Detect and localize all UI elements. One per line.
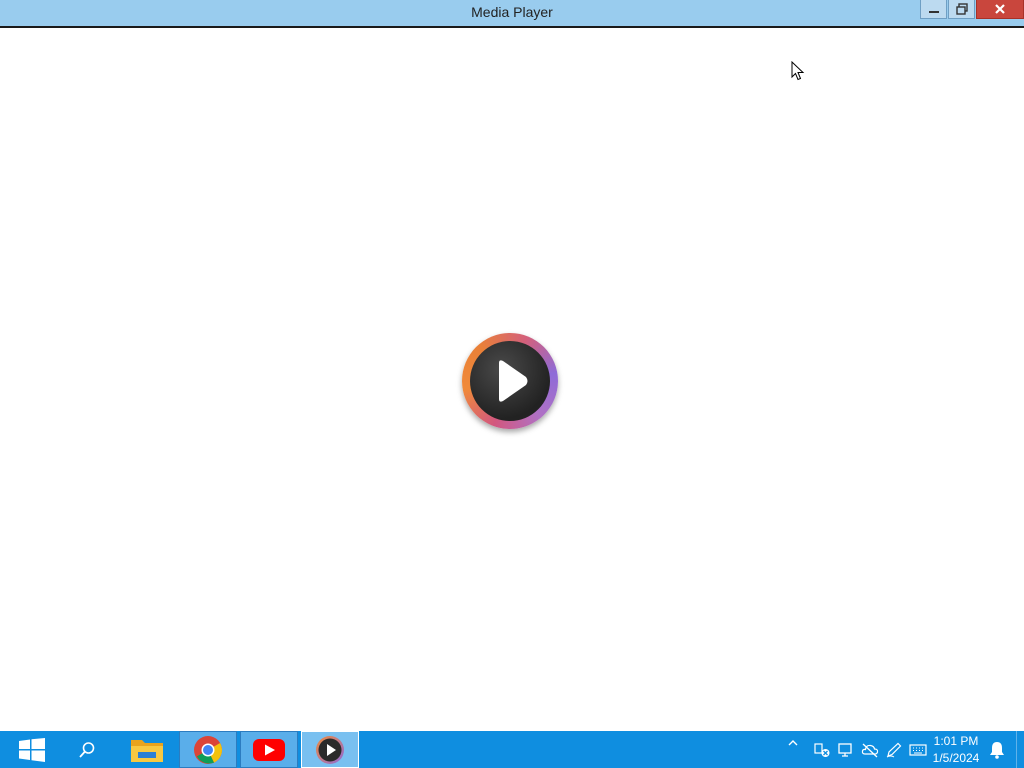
taskbar-clock[interactable]: 1:01 PM 1/5/2024 (928, 733, 984, 767)
taskbar-app-media-player[interactable] (301, 731, 359, 768)
search-button[interactable] (64, 731, 110, 768)
media-player-icon (316, 735, 344, 764)
pen-menu[interactable] (882, 742, 906, 758)
play-button-face (470, 341, 550, 421)
start-button[interactable] (0, 731, 64, 768)
system-tray (786, 731, 930, 768)
restore-button[interactable] (948, 0, 975, 19)
taskbar-app-file-explorer[interactable] (118, 731, 176, 768)
play-icon (499, 360, 528, 402)
minimize-icon (928, 11, 939, 13)
cloud-off-icon (861, 743, 879, 757)
mouse-cursor-icon (791, 61, 805, 81)
player-content-area[interactable] (0, 28, 1024, 731)
youtube-icon (253, 738, 285, 761)
display-icon (838, 742, 852, 757)
close-button[interactable] (976, 0, 1024, 19)
show-hidden-icons-button[interactable] (786, 739, 800, 746)
clock-date: 1/5/2024 (932, 751, 980, 765)
network-error-icon (814, 742, 830, 757)
pen-icon (886, 742, 902, 757)
show-desktop-button[interactable] (1016, 731, 1024, 768)
close-icon (995, 4, 1005, 14)
search-icon (79, 741, 95, 758)
chevron-up-icon (788, 739, 798, 745)
cloud-status[interactable] (858, 742, 882, 758)
network-status[interactable] (810, 742, 834, 758)
notification-icon (990, 741, 1004, 759)
folder-icon (131, 739, 163, 762)
play-button[interactable] (462, 333, 558, 429)
media-player-window: Media Player (0, 0, 1024, 731)
display-status[interactable] (834, 742, 858, 758)
taskbar: 1:01 PM 1/5/2024 (0, 731, 1024, 768)
notification-center-button[interactable] (986, 731, 1008, 768)
windows-logo-icon (19, 737, 45, 762)
chrome-icon (194, 735, 222, 764)
minimize-button[interactable] (920, 0, 947, 19)
restore-icon (955, 3, 968, 15)
taskbar-app-youtube[interactable] (240, 731, 298, 768)
title-bar[interactable]: Media Player (0, 0, 1024, 28)
window-title: Media Player (471, 4, 553, 20)
keyboard-icon (909, 743, 927, 756)
taskbar-app-chrome[interactable] (179, 731, 237, 768)
clock-time: 1:01 PM (933, 734, 979, 748)
window-controls (919, 0, 1024, 20)
touch-keyboard[interactable] (906, 743, 930, 757)
